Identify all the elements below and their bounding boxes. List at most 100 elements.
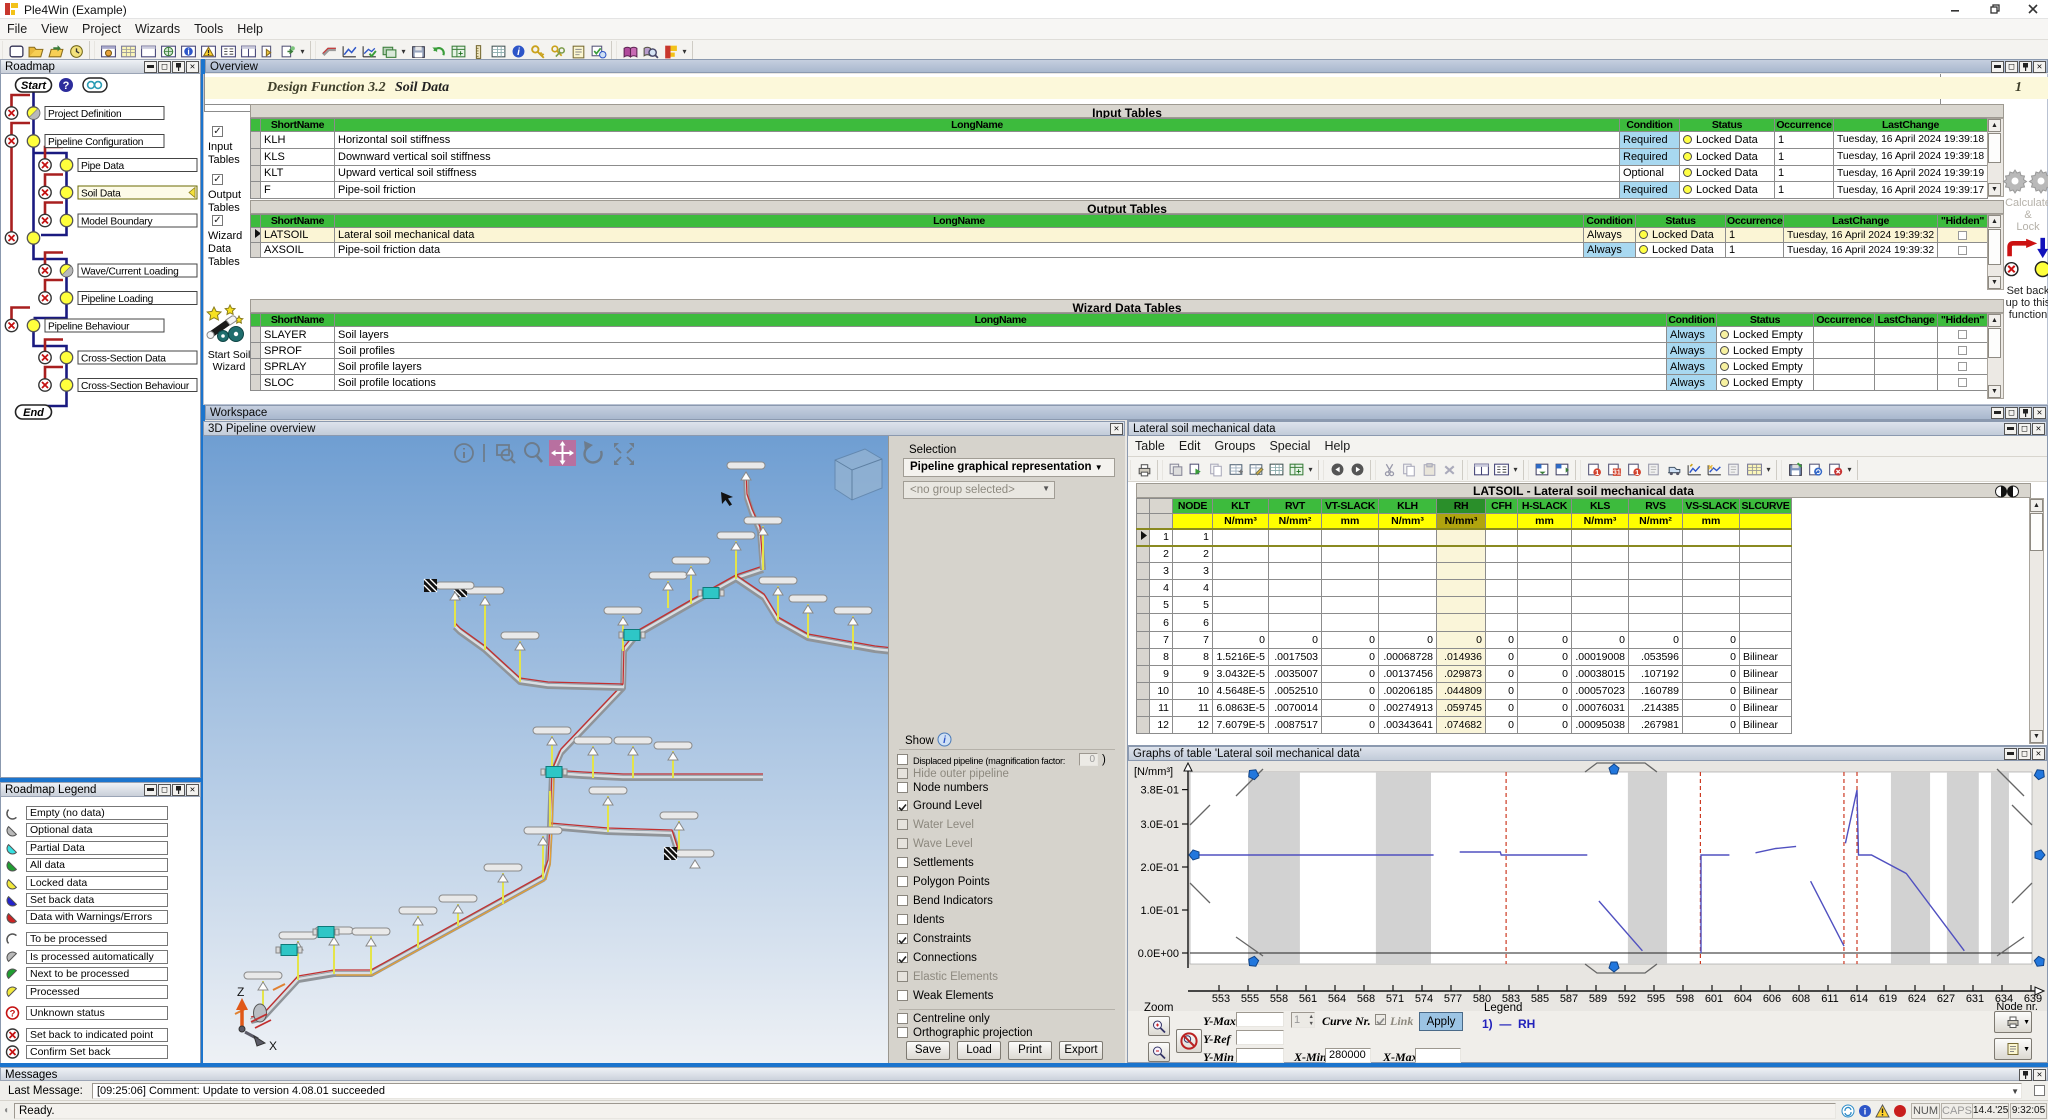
set-back-button[interactable]: Set backup to thisfunction — [2000, 236, 2048, 321]
copy-dis-icon[interactable] — [1207, 461, 1226, 479]
window-table-icon[interactable] — [1745, 461, 1764, 479]
open-folder-icon[interactable] — [27, 42, 46, 60]
dropdown-icon[interactable]: ▾ — [680, 42, 689, 60]
gray-doc-icon[interactable] — [1725, 461, 1744, 479]
calculate-lock-button[interactable]: Calculate&Lock — [2000, 168, 2048, 233]
window-tree-icon[interactable] — [1492, 461, 1511, 479]
key-pair-icon[interactable] — [549, 42, 568, 60]
column-header[interactable]: Status — [1680, 119, 1775, 132]
show-info-icon[interactable]: i — [937, 732, 952, 750]
latsoil-row[interactable]: 993.0432E-5.00350070.00137456.02987300.0… — [1137, 665, 1792, 682]
restore-button[interactable] — [1988, 2, 2002, 16]
window-info-icon[interactable]: i — [179, 42, 198, 60]
latsoil-column-header[interactable] — [1137, 499, 1150, 514]
roadmap-search-icon[interactable] — [83, 78, 107, 92]
import-folder-icon[interactable] — [47, 42, 66, 60]
latsoil-row[interactable]: 881.5216E-5.00175030.00068728.01493600.0… — [1137, 648, 1792, 665]
key-icon[interactable] — [529, 42, 548, 60]
chart-pan-arrow[interactable] — [2033, 767, 2047, 781]
window-split-icon[interactable] — [239, 42, 258, 60]
close-button[interactable] — [2026, 2, 2040, 16]
show-checkbox-displaced-pipeline-magnification-factor[interactable] — [897, 754, 908, 765]
chart-check-icon[interactable] — [360, 42, 379, 60]
graph-minimize-button[interactable] — [2004, 748, 2017, 760]
menu-file[interactable]: File — [0, 19, 34, 39]
status-sync-icon[interactable] — [1841, 1104, 1855, 1118]
wizard-tables-row[interactable]: SPRLAYSoil profile layersAlwaysLocked Em… — [251, 359, 1988, 375]
latsoil-column-header[interactable]: NODE — [1173, 499, 1213, 514]
roadmap-node-project-definition[interactable]: Project Definition — [5, 107, 164, 121]
horizontal-splitter-legend[interactable] — [0, 778, 201, 782]
graph-export-button[interactable]: ▼ — [1994, 1038, 2032, 1060]
apply-button[interactable]: Apply — [1419, 1012, 1463, 1031]
show-checkbox-polygon-points[interactable] — [897, 876, 908, 887]
chart-mini-icon[interactable] — [1685, 461, 1704, 479]
show-checkbox-elastic-elements[interactable] — [897, 971, 908, 982]
graph-print-button[interactable]: ▼ — [1994, 1011, 2032, 1033]
latsoil-scrollbar[interactable]: ▲▼ — [2029, 498, 2044, 744]
roadmap-start-node[interactable]: Start — [16, 78, 52, 92]
link-checkbox[interactable] — [1375, 1014, 1386, 1025]
y-ref-field[interactable] — [1236, 1030, 1284, 1045]
row-selector[interactable] — [1137, 563, 1150, 580]
legend-pin-button[interactable] — [172, 784, 185, 796]
last-message-dropdown-icon[interactable]: ▼ — [2011, 1087, 2019, 1096]
latsoil-row[interactable]: 22 — [1137, 546, 1792, 563]
show-checkbox-ground-level[interactable] — [897, 800, 908, 811]
roadmap-flowchart[interactable]: Start?Project DefinitionPipeline Configu… — [1, 75, 200, 777]
input-tables-checkbox[interactable]: ✓ — [212, 126, 223, 137]
zoom-out-button[interactable] — [1148, 1042, 1170, 1062]
input-tables-row[interactable]: FPipe-soil frictionRequiredLocked Data1T… — [251, 182, 1988, 199]
info-icon[interactable]: i — [509, 42, 528, 60]
menu-help[interactable]: Help — [230, 19, 270, 39]
input-tables-row[interactable]: KLTUpward vertical soil stiffnessOptiona… — [251, 165, 1988, 182]
row-selector[interactable] — [1137, 580, 1150, 597]
show-checkbox-orthographic-projection[interactable] — [897, 1027, 908, 1038]
row-selector[interactable] — [1137, 665, 1150, 682]
graph-maximize-button[interactable]: □ — [2018, 748, 2031, 760]
show-checkbox-connections[interactable] — [897, 952, 908, 963]
column-header[interactable]: LongName — [335, 215, 1584, 228]
paste-dis-icon[interactable] — [1420, 461, 1439, 479]
zoom-in-button[interactable] — [1148, 1016, 1170, 1036]
x-max-field[interactable] — [1415, 1048, 1461, 1063]
copy-dis-icon[interactable] — [1400, 461, 1419, 479]
column-header[interactable]: ShortName — [261, 215, 335, 228]
latsoil-column-header[interactable]: RVT — [1269, 499, 1322, 514]
table-small-icon[interactable] — [489, 42, 508, 60]
minimize-button[interactable] — [1948, 2, 1962, 16]
status-error-icon[interactable] — [1893, 1104, 1907, 1118]
dropdown-icon[interactable]: ▾ — [298, 42, 307, 60]
nav-next-icon[interactable] — [1348, 461, 1367, 479]
book-search-icon[interactable] — [641, 42, 660, 60]
chart-design-icon[interactable] — [340, 42, 359, 60]
show-checkbox-node-numbers[interactable] — [897, 782, 908, 793]
row-selector[interactable] — [1137, 699, 1150, 716]
new-doc-icon[interactable] — [7, 42, 26, 60]
menu-wizards[interactable]: Wizards — [128, 19, 187, 39]
show-checkbox-water-level[interactable] — [897, 819, 908, 830]
show-checkbox-hide-outer-pipeline[interactable] — [897, 768, 908, 779]
latsoil-column-header[interactable]: VS-SLACK — [1683, 499, 1740, 514]
scroll-thumb[interactable] — [1988, 133, 2001, 163]
menu-view[interactable]: View — [34, 19, 75, 39]
excel-out-icon[interactable] — [1553, 461, 1572, 479]
column-header[interactable]: LongName — [335, 314, 1667, 327]
overview-pin-button[interactable] — [2019, 61, 2032, 73]
roadmap-node-wave-current-loading[interactable]: Wave/Current Loading — [39, 264, 197, 278]
bookmark-icon[interactable] — [661, 42, 680, 60]
chart-pan-arrow[interactable] — [1609, 764, 1619, 774]
roadmap-node-pipeline-configuration[interactable]: Pipeline Configuration — [5, 135, 164, 149]
latsoil-minimize-button[interactable] — [2004, 423, 2017, 435]
row-selector[interactable] — [1137, 614, 1150, 631]
save-mini-icon[interactable] — [1786, 461, 1805, 479]
latsoil-row[interactable]: 12127.6079E-5.00875170.00343641.07468200… — [1137, 717, 1792, 734]
red-doc2-icon[interactable]: 31 — [1605, 461, 1624, 479]
layers-icon[interactable] — [380, 42, 399, 60]
table-small-icon[interactable] — [1267, 461, 1286, 479]
input-tables-table[interactable]: ShortNameLongNameConditionStatusOccurren… — [250, 118, 1988, 199]
messages-close-button[interactable]: ✕ — [2033, 1069, 2046, 1081]
roadmap-maximize-button[interactable]: □ — [158, 61, 171, 73]
latsoil-column-header[interactable]: H-SLACK — [1518, 499, 1572, 514]
latsoil-column-header[interactable]: CFH — [1486, 499, 1518, 514]
